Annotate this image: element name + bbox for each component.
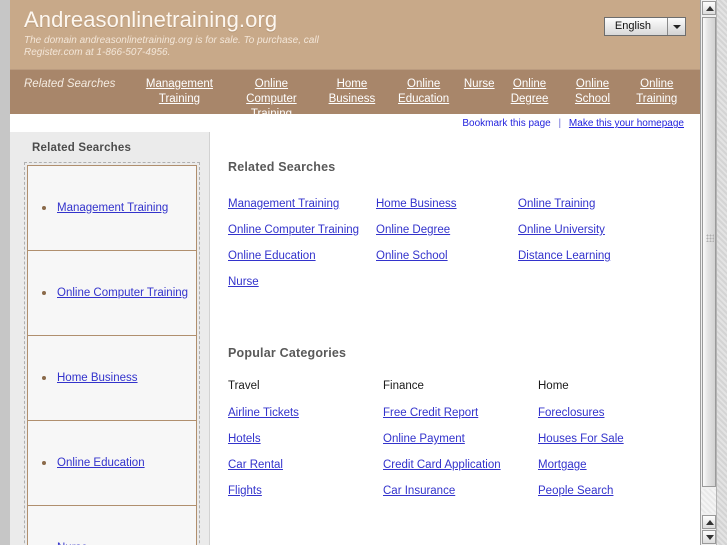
related-link-management-training[interactable]: Management Training xyxy=(228,196,363,212)
category-link-mortgage[interactable]: Mortgage xyxy=(538,457,700,474)
sidebar-item-label: Home Business xyxy=(57,371,138,384)
nav-link-home-business[interactable]: Home Business xyxy=(317,77,386,107)
make-homepage-link[interactable]: Make this your homepage xyxy=(569,118,684,129)
window-scrollbar-track[interactable] xyxy=(717,0,727,545)
related-link-online-computer-training[interactable]: Online Computer Training xyxy=(228,222,363,238)
popular-categories-grid: Travel Finance Home Airline Tickets Free… xyxy=(228,378,700,500)
related-link-online-education[interactable]: Online Education xyxy=(228,248,363,264)
page-title: Andreasonlinetraining.org xyxy=(24,7,278,32)
nav-link-management-training[interactable]: Management Training xyxy=(133,77,225,107)
window-scrollbar[interactable] xyxy=(716,0,727,545)
popular-categories-title: Popular Categories xyxy=(228,346,347,360)
bullet-icon xyxy=(42,461,46,465)
related-link-nurse[interactable]: Nurse xyxy=(228,274,363,290)
category-heading-finance: Finance xyxy=(383,380,424,392)
sidebar: Related Searches Management Training Onl… xyxy=(10,132,210,545)
related-link-online-university[interactable]: Online University xyxy=(518,222,653,238)
category-link-foreclosures[interactable]: Foreclosures xyxy=(538,405,700,422)
category-link-car-insurance[interactable]: Car Insurance xyxy=(383,483,538,500)
bookmark-separator: | xyxy=(558,118,562,129)
category-link-free-credit-report[interactable]: Free Credit Report xyxy=(383,405,538,422)
category-link-airline-tickets[interactable]: Airline Tickets xyxy=(228,405,383,422)
related-link-online-degree[interactable]: Online Degree xyxy=(376,222,511,238)
related-searches-navbar: Related Searches Management Training Onl… xyxy=(10,69,700,120)
bullet-icon xyxy=(42,376,46,380)
sidebar-item-online-computer-training[interactable]: Online Computer Training xyxy=(27,250,197,336)
content-scrollbar[interactable] xyxy=(700,0,716,545)
sidebar-item-management-training[interactable]: Management Training xyxy=(27,165,197,251)
bookmark-page-link[interactable]: Bookmark this page xyxy=(462,118,550,129)
bullet-icon xyxy=(42,291,46,295)
sidebar-heading: Related Searches xyxy=(32,142,132,154)
chevron-up-icon xyxy=(706,6,714,11)
sidebar-item-nurse[interactable]: Nurse xyxy=(27,505,197,545)
sidebar-item-label: Nurse xyxy=(57,540,88,545)
sidebar-item-label: Management Training xyxy=(57,201,169,214)
chevron-up-icon xyxy=(706,520,714,525)
scroll-up-button[interactable] xyxy=(702,1,716,15)
nav-link-online-training[interactable]: Online Training xyxy=(624,77,690,107)
category-link-people-search[interactable]: People Search xyxy=(538,483,700,500)
chevron-down-icon[interactable] xyxy=(667,18,685,35)
category-link-car-rental[interactable]: Car Rental xyxy=(228,457,383,474)
nav-link-online-computer-training[interactable]: Online Computer Training xyxy=(225,77,317,122)
category-link-houses-for-sale[interactable]: Houses For Sale xyxy=(538,431,700,448)
left-gutter xyxy=(0,0,10,545)
related-searches-grid: Management Training Home Business Online… xyxy=(228,196,700,290)
scroll-down-button[interactable] xyxy=(702,530,716,544)
related-link-home-business[interactable]: Home Business xyxy=(376,196,511,212)
navbar-label: Related Searches xyxy=(24,78,116,90)
nav-link-online-education[interactable]: Online Education xyxy=(386,77,460,107)
body-columns: Related Searches Management Training Onl… xyxy=(10,132,700,545)
page-content: Andreasonlinetraining.org The domain and… xyxy=(0,0,700,545)
related-searches-title: Related Searches xyxy=(228,160,336,174)
category-heading-travel: Travel xyxy=(228,380,260,392)
language-select-value: English xyxy=(614,20,651,32)
navbar-links: Management Training Online Computer Trai… xyxy=(133,77,690,122)
scroll-up-button-bottom[interactable] xyxy=(702,515,716,529)
sidebar-item-label: Online Education xyxy=(57,456,145,469)
page-inner: Andreasonlinetraining.org The domain and… xyxy=(10,0,700,545)
bullet-icon xyxy=(42,206,46,210)
domain-sale-notice: The domain andreasonlinetraining.org is … xyxy=(24,35,319,58)
nav-link-online-school[interactable]: Online School xyxy=(562,77,624,107)
chevron-down-icon xyxy=(706,535,714,540)
sidebar-item-home-business[interactable]: Home Business xyxy=(27,335,197,421)
category-link-flights[interactable]: Flights xyxy=(228,483,383,500)
category-heading-home: Home xyxy=(538,380,569,392)
nav-link-online-degree[interactable]: Online Degree xyxy=(498,77,562,107)
scrollbar-grip-icon xyxy=(706,234,714,242)
category-link-hotels[interactable]: Hotels xyxy=(228,431,383,448)
nav-link-nurse[interactable]: Nurse xyxy=(461,77,498,92)
category-link-credit-card-application[interactable]: Credit Card Application xyxy=(383,457,538,474)
sidebar-list: Management Training Online Computer Trai… xyxy=(24,162,200,545)
related-link-distance-learning[interactable]: Distance Learning xyxy=(518,248,653,264)
scrollbar-track[interactable] xyxy=(701,489,716,513)
sidebar-item-label: Online Computer Training xyxy=(57,286,189,299)
main-content: Related Searches Management Training Hom… xyxy=(210,132,700,545)
related-link-online-training[interactable]: Online Training xyxy=(518,196,653,212)
browser-viewport: Andreasonlinetraining.org The domain and… xyxy=(0,0,727,545)
sidebar-item-online-education[interactable]: Online Education xyxy=(27,420,197,506)
scrollbar-thumb[interactable] xyxy=(702,17,716,487)
language-select[interactable]: English xyxy=(603,17,686,36)
related-link-online-school[interactable]: Online School xyxy=(376,248,511,264)
category-link-online-payment[interactable]: Online Payment xyxy=(383,431,538,448)
site-header: Andreasonlinetraining.org The domain and… xyxy=(10,0,700,69)
